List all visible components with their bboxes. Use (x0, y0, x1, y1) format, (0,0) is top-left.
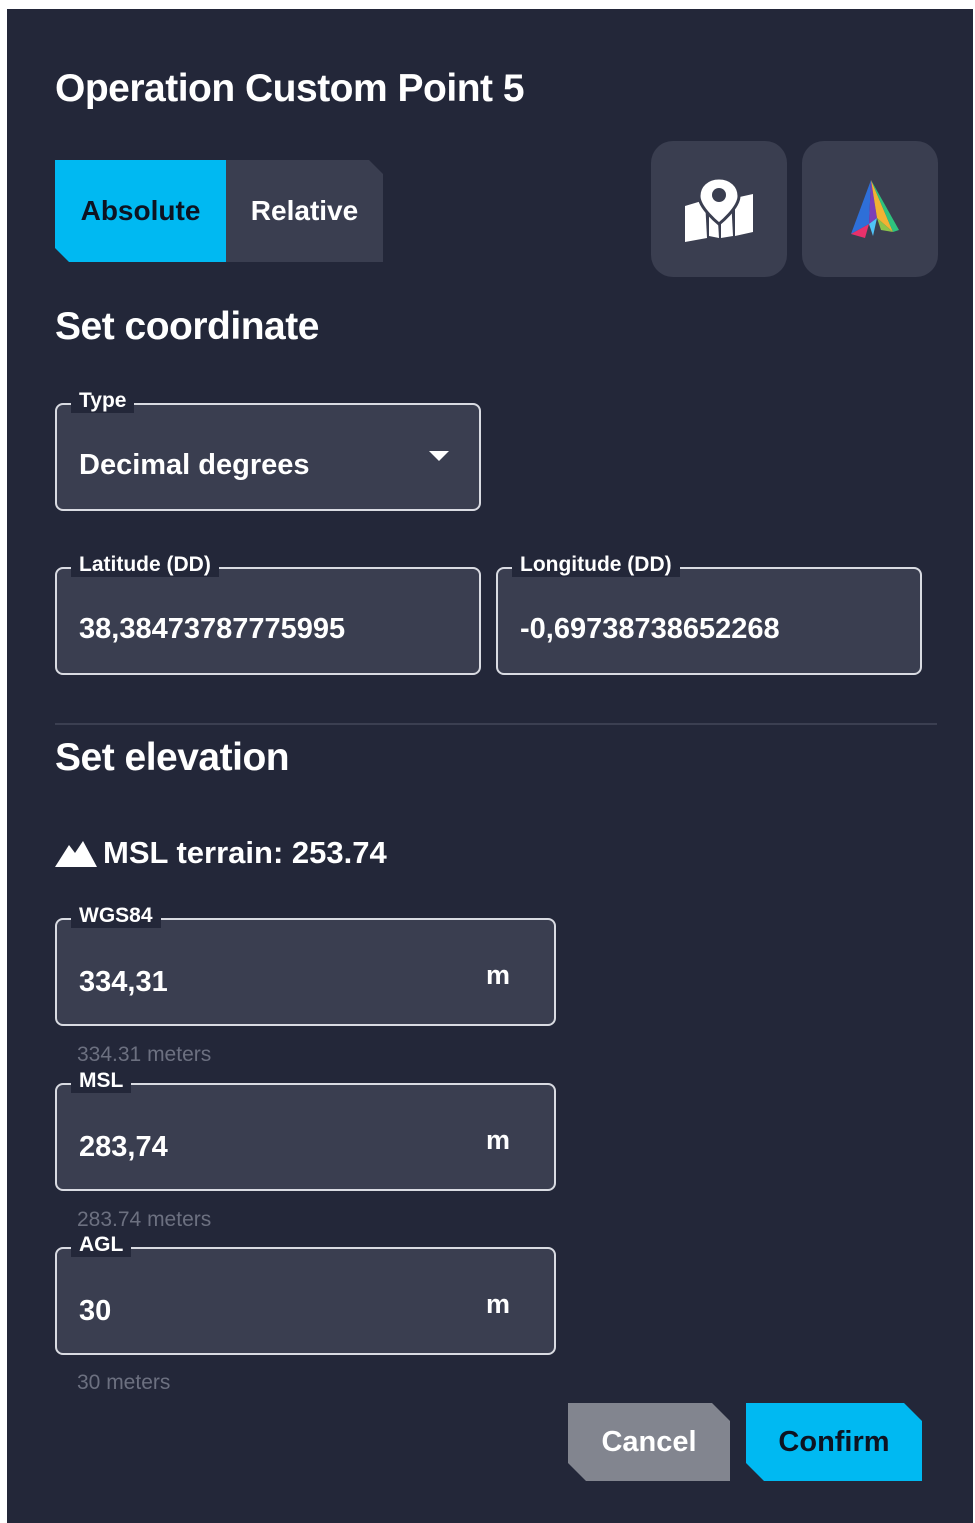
section-divider (55, 723, 937, 725)
msl-terrain-info: MSL terrain: 253.74 (55, 835, 387, 871)
mode-toggle: Absolute Relative (55, 160, 383, 262)
map-marker-icon (685, 176, 753, 242)
agl-label: AGL (71, 1233, 132, 1257)
msl-terrain-text: MSL terrain: 253.74 (103, 835, 387, 870)
type-value: Decimal degrees (79, 449, 310, 481)
map-picker-button[interactable] (651, 141, 787, 277)
wgs84-label: WGS84 (71, 904, 161, 928)
agl-unit: m (485, 1289, 510, 1319)
agl-helper-text: 30 meters (77, 1371, 171, 1394)
agl-value: 30 (79, 1295, 112, 1327)
longitude-value: -0,69738738652268 (520, 613, 780, 645)
longitude-field[interactable]: Longitude (DD) -0,69738738652268 (496, 553, 922, 675)
latitude-label: Latitude (DD) (71, 553, 219, 577)
wgs84-unit: m (485, 960, 510, 990)
longitude-label: Longitude (DD) (512, 553, 680, 577)
set-coordinate-heading: Set coordinate (55, 305, 319, 348)
msl-field[interactable]: MSL 283,74 m (55, 1069, 556, 1191)
wgs84-value: 334,31 (79, 966, 168, 998)
app-logo-icon (851, 180, 899, 238)
type-label: Type (71, 389, 135, 413)
msl-unit: m (485, 1125, 510, 1155)
latitude-value: 38,38473787775995 (79, 613, 346, 645)
msl-helper-text: 283.74 meters (77, 1208, 212, 1231)
mountain-icon (55, 841, 97, 867)
custom-point-dialog: Operation Custom Point 5 Absolute Relati… (7, 9, 973, 1523)
set-elevation-heading: Set elevation (55, 736, 290, 779)
relative-toggle-button[interactable]: Relative (226, 160, 383, 262)
latitude-field[interactable]: Latitude (DD) 38,38473787775995 (55, 553, 481, 675)
coordinate-type-select[interactable]: Type Decimal degrees (55, 389, 481, 511)
cancel-button[interactable]: Cancel (568, 1403, 730, 1481)
agl-field[interactable]: AGL 30 m (55, 1233, 556, 1355)
dialog-title: Operation Custom Point 5 (55, 67, 525, 110)
msl-value: 283,74 (79, 1131, 168, 1163)
wgs84-helper-text: 334.31 meters (77, 1043, 212, 1066)
msl-label: MSL (71, 1069, 132, 1093)
chevron-down-icon (429, 451, 449, 461)
app-logo-button[interactable] (802, 141, 938, 277)
wgs84-field[interactable]: WGS84 334,31 m (55, 904, 556, 1026)
absolute-toggle-button[interactable]: Absolute (55, 160, 226, 262)
confirm-button[interactable]: Confirm (746, 1403, 922, 1481)
